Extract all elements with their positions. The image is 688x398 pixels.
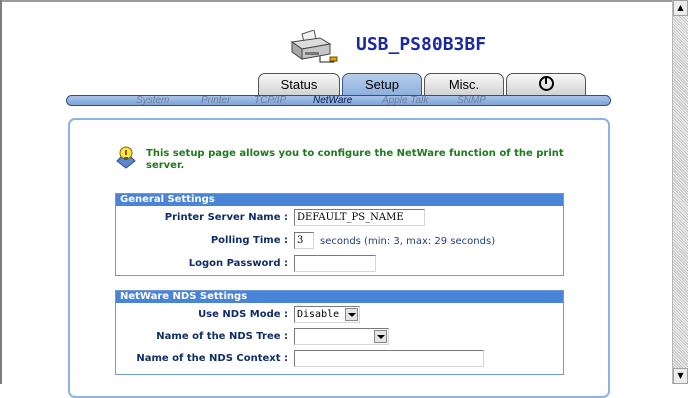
subnav-printer[interactable]: Printer bbox=[201, 94, 230, 107]
vertical-scrollbar[interactable]: ▲ ▼ bbox=[672, 0, 688, 384]
nds-tree-select[interactable] bbox=[294, 328, 389, 345]
power-icon bbox=[538, 76, 554, 91]
scroll-up-icon[interactable]: ▲ bbox=[673, 0, 688, 16]
logon-password-input[interactable] bbox=[294, 255, 376, 272]
device-title: USB_PS80B3BF bbox=[356, 34, 487, 55]
printer-server-name-input[interactable]: DEFAULT_PS_NAME bbox=[294, 209, 425, 226]
polling-time-label: Polling Time : bbox=[210, 235, 288, 246]
subnav-snmp[interactable]: SNMP bbox=[457, 94, 486, 107]
chevron-down-icon[interactable] bbox=[374, 330, 387, 343]
section-title: General Settings bbox=[116, 194, 563, 206]
chevron-down-icon[interactable] bbox=[345, 308, 358, 321]
nds-tree-label: Name of the NDS Tree : bbox=[156, 331, 288, 342]
polling-time-hint: seconds (min: 3, max: 29 seconds) bbox=[320, 236, 496, 247]
nds-context-input[interactable] bbox=[294, 350, 484, 367]
lightbulb-icon bbox=[116, 146, 136, 169]
nds-context-label: Name of the NDS Context : bbox=[136, 353, 288, 364]
select-value: Disable bbox=[297, 309, 340, 320]
logon-password-label: Logon Password : bbox=[188, 258, 288, 269]
polling-time-input[interactable]: 3 bbox=[294, 232, 314, 249]
subnav-appletalk[interactable]: Apple Talk bbox=[382, 94, 428, 107]
section-title: NetWare NDS Settings bbox=[116, 291, 563, 303]
subnav-netware[interactable]: NetWare bbox=[313, 94, 352, 107]
printer-icon bbox=[290, 30, 338, 63]
subnav-system[interactable]: System bbox=[136, 94, 169, 107]
printer-server-name-label: Printer Server Name : bbox=[164, 212, 288, 223]
window-frame-left bbox=[0, 0, 2, 384]
intro-text: This setup page allows you to configure … bbox=[146, 148, 564, 171]
use-nds-mode-select[interactable]: Disable bbox=[294, 306, 360, 323]
tab-power[interactable] bbox=[506, 73, 586, 97]
scroll-down-icon[interactable]: ▼ bbox=[673, 368, 688, 384]
use-nds-mode-label: Use NDS Mode : bbox=[198, 309, 288, 320]
subnav-tcpip[interactable]: TCP/IP bbox=[254, 94, 286, 107]
window-frame-top bbox=[0, 0, 672, 2]
